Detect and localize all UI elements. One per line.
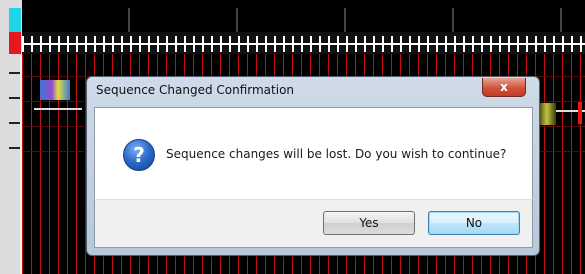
effect-duration-bar <box>34 108 82 110</box>
no-button[interactable]: No <box>428 211 520 235</box>
dialog-title: Sequence Changed Confirmation <box>96 83 295 97</box>
time-header-grid <box>22 8 585 32</box>
sequence-effect-block[interactable] <box>40 80 70 100</box>
confirmation-dialog: Sequence Changed Confirmation x ? Sequen… <box>86 76 540 256</box>
yes-button[interactable]: Yes <box>323 211 415 235</box>
close-button[interactable]: x <box>482 78 526 97</box>
dialog-message: Sequence changes will be lost. Do you wi… <box>166 147 507 161</box>
play-marker-red <box>9 32 21 54</box>
sequence-effect-block[interactable] <box>538 103 556 125</box>
channel-header-panel <box>0 0 22 274</box>
timeline-ruler[interactable] <box>22 32 585 54</box>
timeline-line <box>22 43 585 45</box>
cursor-marker-cyan <box>9 8 21 32</box>
dialog-button-bar: Yes No <box>94 199 533 248</box>
close-icon: x <box>500 80 508 94</box>
question-icon: ? <box>123 139 155 171</box>
dialog-content: ? Sequence changes will be lost. Do you … <box>94 107 533 200</box>
effect-end-marker <box>578 102 582 124</box>
